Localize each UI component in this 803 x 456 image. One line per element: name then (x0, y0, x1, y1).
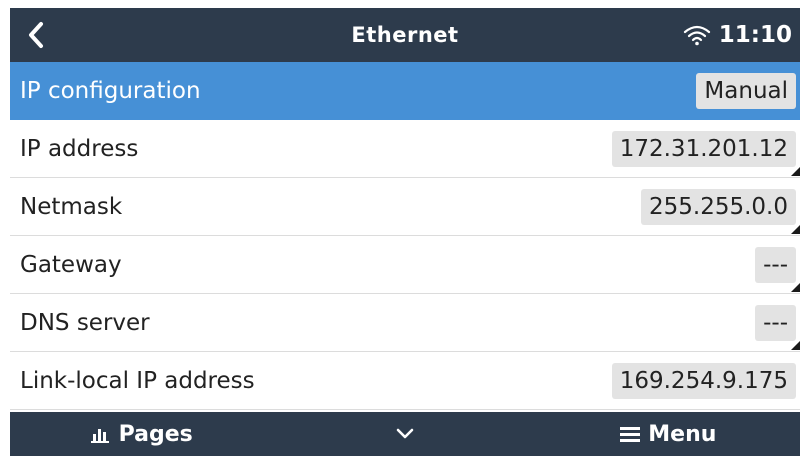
menu-button[interactable]: Menu (537, 422, 800, 447)
ip-address-value[interactable]: 172.31.201.12 (611, 130, 796, 167)
row-label: Link-local IP address (20, 367, 255, 394)
editable-corner-icon (791, 225, 800, 234)
editable-corner-icon (791, 341, 800, 350)
row-label: Netmask (20, 193, 123, 220)
row-label: DNS server (20, 309, 150, 336)
row-netmask[interactable]: Netmask 255.255.0.0 (10, 178, 800, 236)
clock-time: 11:10 (718, 22, 792, 48)
row-dns-server[interactable]: DNS server --- (10, 294, 800, 352)
scroll-down-button[interactable] (273, 428, 536, 440)
link-local-ip-value: 169.254.9.175 (611, 362, 796, 399)
gateway-value[interactable]: --- (755, 246, 796, 283)
row-link-local-ip[interactable]: Link-local IP address 169.254.9.175 (10, 352, 800, 410)
pages-button[interactable]: Pages (10, 422, 273, 447)
page-title: Ethernet (351, 23, 459, 47)
chevron-down-icon (396, 428, 414, 439)
editable-corner-icon (791, 283, 800, 292)
row-label: IP address (20, 135, 139, 162)
row-ip-address[interactable]: IP address 172.31.201.12 (10, 120, 800, 178)
footer-bar: Pages Menu (10, 412, 800, 456)
editable-corner-icon (791, 167, 800, 176)
wifi-icon (683, 25, 710, 46)
bar-chart-icon (90, 429, 109, 443)
row-label: Gateway (20, 251, 122, 278)
header-bar: Ethernet 11:10 (10, 8, 800, 62)
ip-configuration-value[interactable]: Manual (696, 72, 796, 109)
chevron-left-icon (29, 22, 43, 48)
netmask-value[interactable]: 255.255.0.0 (641, 188, 796, 225)
row-ip-configuration[interactable]: IP configuration Manual (10, 62, 800, 120)
settings-list: IP configuration Manual IP address 172.3… (10, 62, 800, 412)
back-button[interactable] (18, 16, 54, 54)
ethernet-screen: Ethernet 11:10 IP configuration Manual I… (10, 8, 800, 456)
row-label: IP configuration (20, 77, 201, 104)
pages-label: Pages (118, 421, 193, 447)
row-gateway[interactable]: Gateway --- (10, 236, 800, 294)
hamburger-icon (620, 427, 641, 442)
menu-label: Menu (648, 421, 717, 447)
status-area: 11:10 (683, 8, 792, 62)
dns-server-value[interactable]: --- (755, 304, 796, 341)
